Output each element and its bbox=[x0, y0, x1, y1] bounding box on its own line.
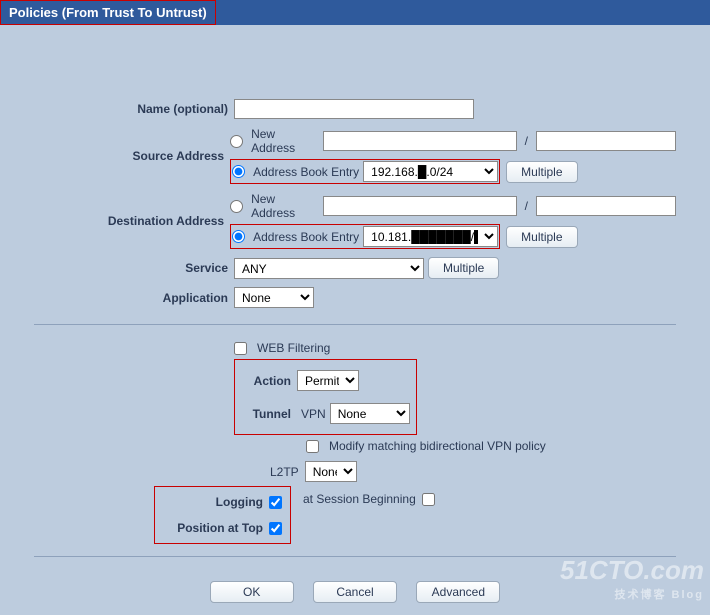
divider bbox=[34, 556, 676, 557]
application-select[interactable]: None bbox=[234, 287, 314, 308]
label-vpn: VPN bbox=[297, 407, 330, 421]
tunnel-vpn-select[interactable]: None bbox=[330, 403, 410, 424]
slash: / bbox=[521, 199, 532, 213]
label-destination: Destination Address bbox=[34, 214, 230, 228]
label-position-top: Position at Top bbox=[159, 521, 269, 535]
web-filtering-checkbox[interactable] bbox=[234, 342, 247, 355]
src-new-ip-input[interactable] bbox=[323, 131, 516, 151]
modify-bi-checkbox[interactable] bbox=[306, 440, 319, 453]
footer-buttons: OK Cancel Advanced bbox=[34, 569, 676, 615]
dst-new-radio[interactable] bbox=[230, 200, 243, 213]
policy-form: Name (optional) Source Address New Addre… bbox=[0, 95, 710, 615]
l2tp-select[interactable]: None bbox=[305, 461, 357, 482]
src-book-label: Address Book Entry bbox=[253, 165, 359, 179]
dst-book-radio[interactable] bbox=[232, 230, 245, 243]
src-new-mask-input[interactable] bbox=[536, 131, 676, 151]
dst-new-mask-input[interactable] bbox=[536, 196, 676, 216]
web-filtering-label: WEB Filtering bbox=[257, 341, 330, 355]
name-input[interactable] bbox=[234, 99, 474, 119]
label-logging: Logging bbox=[159, 495, 269, 509]
label-source: Source Address bbox=[34, 149, 230, 163]
page-title: Policies (From Trust To Untrust) bbox=[0, 0, 216, 25]
src-book-select[interactable]: 192.168.█.0/24 bbox=[363, 161, 498, 182]
dst-multiple-button[interactable]: Multiple bbox=[506, 226, 577, 248]
service-select[interactable]: ANY bbox=[234, 258, 424, 279]
src-multiple-button[interactable]: Multiple bbox=[506, 161, 577, 183]
src-new-label: New Address bbox=[251, 127, 319, 155]
action-tunnel-group: Action Permit Tunnel VPN None bbox=[234, 359, 417, 435]
modify-bi-label: Modify matching bidirectional VPN policy bbox=[329, 439, 546, 453]
label-l2tp: L2TP bbox=[270, 465, 299, 479]
label-service: Service bbox=[34, 261, 234, 275]
dst-new-label: New Address bbox=[251, 192, 319, 220]
dst-book-select[interactable]: 10.181.███████/██ bbox=[363, 226, 498, 247]
label-name: Name (optional) bbox=[34, 102, 234, 116]
action-select[interactable]: Permit bbox=[297, 370, 359, 391]
cancel-button[interactable]: Cancel bbox=[313, 581, 397, 603]
src-new-radio[interactable] bbox=[230, 135, 243, 148]
label-tunnel: Tunnel bbox=[241, 407, 297, 421]
dst-new-ip-input[interactable] bbox=[323, 196, 516, 216]
dst-book-label: Address Book Entry bbox=[253, 230, 359, 244]
logging-group: Logging Position at Top bbox=[154, 486, 291, 544]
label-action: Action bbox=[241, 374, 297, 388]
banner-area bbox=[0, 25, 710, 95]
label-application: Application bbox=[34, 291, 234, 305]
service-multiple-button[interactable]: Multiple bbox=[428, 257, 499, 279]
position-top-checkbox[interactable] bbox=[269, 522, 282, 535]
src-book-radio[interactable] bbox=[232, 165, 245, 178]
logging-checkbox[interactable] bbox=[269, 496, 282, 509]
ok-button[interactable]: OK bbox=[210, 581, 294, 603]
at-session-label: at Session Beginning bbox=[303, 492, 416, 506]
slash: / bbox=[521, 134, 532, 148]
divider bbox=[34, 324, 676, 325]
at-session-checkbox[interactable] bbox=[422, 493, 435, 506]
advanced-button[interactable]: Advanced bbox=[416, 581, 500, 603]
